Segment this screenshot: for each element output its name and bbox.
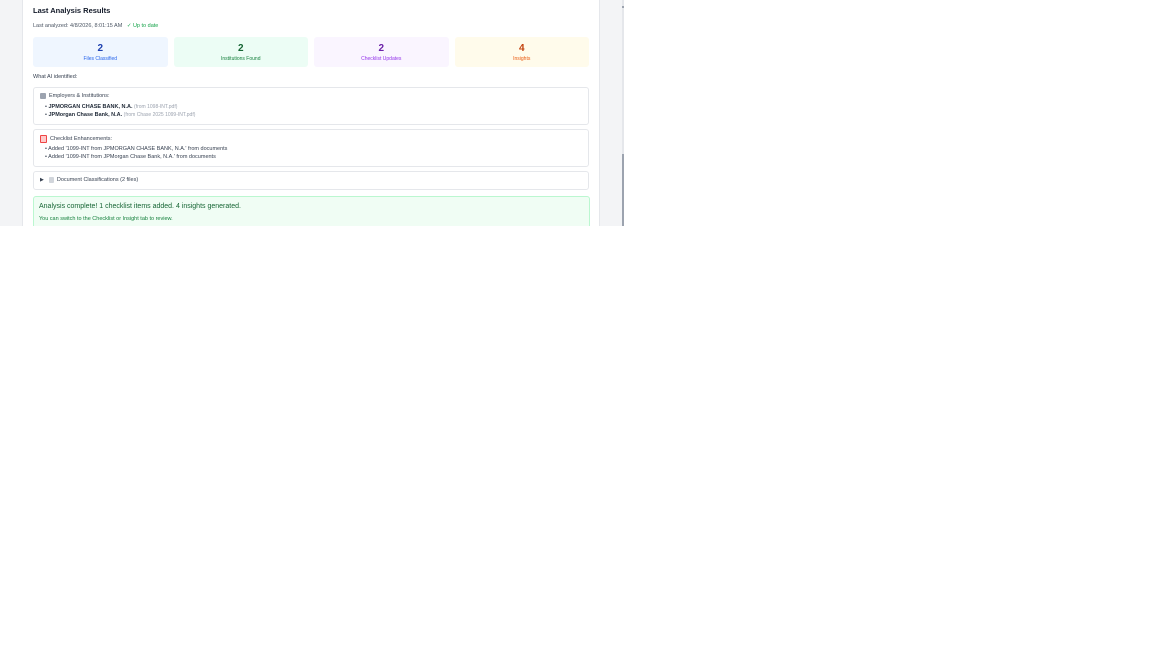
- stat-value: 2: [378, 42, 385, 54]
- stat-label: Files Classified: [83, 55, 118, 62]
- up-to-date-badge: ✓ Up to date: [126, 23, 159, 29]
- list-item: • JPMORGAN CHASE BANK, N.A. (from 1098-I…: [45, 104, 178, 110]
- list-item: • Added '1099-INT from JPMorgan Chase Ba…: [45, 154, 216, 160]
- stats-row: 2 Files Classified 2 Institutions Found …: [33, 37, 589, 67]
- institution-name: JPMORGAN CHASE BANK, N.A.: [48, 104, 133, 110]
- employers-heading: Employers & Institutions:: [40, 93, 110, 99]
- checklist-heading: Checklist Enhancements:: [40, 135, 112, 143]
- last-analyzed-row: Last analyzed: 4/8/2026, 8:01:15 AM ✓ Up…: [33, 23, 158, 29]
- scrollbar-arrow[interactable]: [622, 6, 624, 8]
- checklist-heading-text: Checklist Enhancements:: [50, 136, 113, 142]
- stat-files-classified: 2 Files Classified: [33, 37, 168, 67]
- employers-card: Employers & Institutions: • JPMORGAN CHA…: [33, 87, 589, 125]
- clipboard-icon: [40, 135, 47, 143]
- stat-label: Institutions Found: [221, 55, 261, 62]
- institution-name: JPMorgan Chase Bank, N.A.: [48, 112, 123, 118]
- stat-value: 2: [97, 42, 104, 54]
- institution-source: (from 1098-INT.pdf): [134, 104, 178, 110]
- document-icon: [48, 177, 54, 183]
- document-classifications-toggle[interactable]: ▶ Document Classifications (2 files): [33, 171, 589, 190]
- list-item: • JPMorgan Chase Bank, N.A. (from Chase …: [45, 112, 196, 118]
- building-icon: [40, 93, 46, 99]
- panel-title: Last Analysis Results: [33, 6, 111, 15]
- checklist-enhancements-card: Checklist Enhancements: • Added '1099-IN…: [33, 129, 589, 167]
- stat-checklist-updates: 2 Checklist Updates: [314, 37, 449, 67]
- success-detail: You can switch to the Checklist or Insig…: [39, 216, 173, 222]
- stat-label: Checklist Updates: [361, 55, 402, 62]
- stat-label: Insights: [513, 55, 531, 62]
- employers-heading-text: Employers & Institutions:: [49, 93, 110, 99]
- expand-triangle-icon[interactable]: ▶: [40, 177, 44, 183]
- list-item: • Added '1099-INT from JPMORGAN CHASE BA…: [45, 146, 228, 152]
- stat-value: 4: [518, 42, 525, 54]
- scrollbar-thumb[interactable]: [622, 154, 624, 226]
- analysis-results-panel: Last Analysis Results Last analyzed: 4/8…: [22, 0, 600, 226]
- institution-source: (from Chase 2025 1099-INT.pdf): [123, 112, 196, 118]
- what-ai-identified-label: What AI identified:: [33, 74, 78, 80]
- stat-insights: 4 Insights: [454, 37, 589, 67]
- classifications-header: ▶ Document Classifications (2 files): [40, 177, 138, 183]
- last-analyzed-timestamp: Last analyzed: 4/8/2026, 8:01:15 AM: [33, 23, 123, 29]
- analysis-complete-banner: Analysis complete! 1 checklist items add…: [33, 196, 590, 226]
- stat-value: 2: [237, 42, 244, 54]
- success-headline: Analysis complete! 1 checklist items add…: [39, 203, 241, 210]
- classifications-label: Document Classifications (2 files): [56, 177, 139, 183]
- stat-institutions-found: 2 Institutions Found: [173, 37, 308, 67]
